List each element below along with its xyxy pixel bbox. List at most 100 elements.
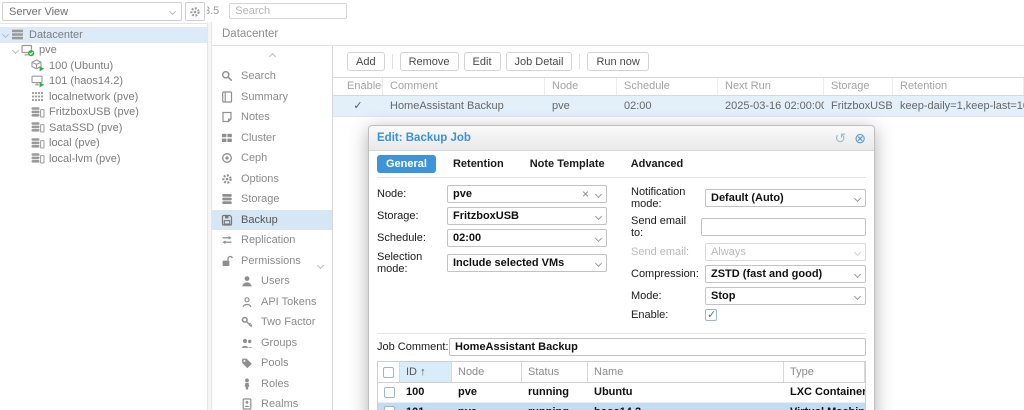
column-header-status[interactable]: Status [522,362,588,382]
send-email-to-input[interactable] [701,218,866,236]
menu-item-roles[interactable]: Roles [212,374,332,395]
breadcrumb: Datacenter [212,22,1024,46]
clear-icon[interactable]: × [582,187,589,201]
menu-item-cluster[interactable]: Cluster [212,128,332,149]
menu-item-pools[interactable]: Pools [212,353,332,374]
column-header-retention[interactable]: Retention [893,78,1024,95]
chevron-down-icon [594,212,603,220]
tab-note-template[interactable]: Note Template [521,155,614,173]
chevron-down-icon [594,259,603,267]
tree-item-datacenter[interactable]: Datacenter [0,27,207,43]
column-header-schedule[interactable]: Schedule [617,78,718,95]
datacenter-menu: Search Summary Notes Cluster Ceph Option… [212,46,333,410]
selection-mode-combobox[interactable]: Include selected VMs [447,254,607,272]
tree-item-fritzboxusb[interactable]: FritzboxUSB (pve) [0,105,207,121]
chevron-up-icon [268,52,276,60]
row-checkbox[interactable] [383,405,395,410]
menu-item-realms[interactable]: Realms [212,394,332,410]
dialog-title: Edit: Backup Job [377,132,471,144]
dialog-titlebar[interactable]: Edit: Backup Job ↺ ⊗ [369,126,874,151]
tree-item-local-lvm[interactable]: local-lvm (pve) [0,151,207,167]
edit-button[interactable]: Edit [463,52,501,71]
tab-general[interactable]: General [377,155,436,173]
mode-combobox[interactable]: Stop [705,287,866,305]
vm-running-icon [30,75,45,88]
table-row[interactable]: ✓ HomeAssistant Backup pve 02:00 2025-03… [333,96,1024,117]
menu-item-api-tokens[interactable]: API Tokens [212,292,332,313]
person-icon [241,378,257,390]
expander-icon[interactable] [10,46,20,54]
menu-collapse-button[interactable] [212,46,332,60]
guest-table-header: ID ↑ Node Status Name Type [378,362,865,383]
guest-selection-table: ID ↑ Node Status Name Type 100 pve runni… [377,361,866,410]
column-header-type[interactable]: Type [784,362,865,382]
undo-icon[interactable]: ↺ [835,131,847,145]
tree-item-localnetwork[interactable]: localnetwork (pve) [0,89,207,105]
notification-mode-combobox[interactable]: Default (Auto) [705,189,866,207]
tree-item-pve[interactable]: pve [0,43,207,59]
floppy-icon [221,214,237,226]
user-outline-icon [241,296,257,308]
tab-retention[interactable]: Retention [444,155,513,173]
menu-item-backup[interactable]: Backup [212,209,332,230]
node-online-icon [20,44,35,57]
enable-checkbox[interactable] [705,308,717,321]
menu-item-summary[interactable]: Summary [212,87,332,108]
enabled-check-icon: ✓ [353,100,363,112]
menu-item-options[interactable]: Options [212,169,332,190]
search-input[interactable] [229,3,348,19]
jobs-toolbar: Add Remove Edit Job Detail Run now [333,46,1024,77]
tree-item-101-haos[interactable]: 101 (haos14.2) [0,74,207,90]
expander-icon[interactable] [0,31,10,39]
menu-item-two-factor[interactable]: Two Factor [212,312,332,333]
sort-ascending-icon: ↑ [420,366,426,378]
network-icon [30,90,45,103]
column-header-enabled[interactable]: Enabled [333,78,383,95]
column-header-id[interactable]: ID ↑ [400,362,452,382]
table-row[interactable]: 101 pve running haos14.2 Virtual Machine [378,402,865,410]
menu-item-ceph[interactable]: Ceph [212,148,332,169]
menu-item-storage[interactable]: Storage [212,189,332,210]
view-selector[interactable]: Server View [2,2,182,21]
menu-item-permissions[interactable]: Permissions [212,251,332,272]
edit-backup-job-dialog: Edit: Backup Job ↺ ⊗ General Retention N… [368,125,875,410]
tree-settings-button[interactable] [185,2,205,21]
column-header-storage[interactable]: Storage [824,78,893,95]
column-header-comment[interactable]: Comment [383,78,545,95]
database-icon [221,193,237,205]
job-detail-button[interactable]: Job Detail [505,52,573,71]
tree-item-100-ubuntu[interactable]: 100 (Ubuntu) [0,58,207,74]
schedule-combobox[interactable]: 02:00 [447,229,607,247]
chevron-down-icon [594,234,603,242]
menu-item-notes[interactable]: Notes [212,107,332,128]
menu-item-search[interactable]: Search [212,66,332,87]
dialog-tabs: General Retention Note Template Advanced [377,155,866,178]
storage-combobox[interactable]: FritzboxUSB [447,207,607,225]
menu-item-groups[interactable]: Groups [212,333,332,354]
node-combobox[interactable]: pve × [447,185,607,203]
chevron-down-icon [168,7,177,16]
table-row[interactable]: 100 pve running Ubuntu LXC Container [378,383,865,403]
tree-item-local[interactable]: local (pve) [0,136,207,152]
chevron-down-icon [853,248,862,256]
job-comment-input[interactable] [449,338,866,356]
datacenter-icon [10,28,25,41]
add-button[interactable]: Add [347,52,385,71]
tree-item-satassd[interactable]: SataSSD (pve) [0,120,207,136]
column-header-node[interactable]: Node [545,78,617,95]
row-checkbox[interactable] [383,386,395,398]
remove-button[interactable]: Remove [399,52,459,71]
close-icon[interactable]: ⊗ [854,131,866,145]
menu-item-replication[interactable]: Replication [212,230,332,251]
run-now-button[interactable]: Run now [587,52,649,71]
book-icon [221,91,237,103]
compression-combobox[interactable]: ZSTD (fast and good) [705,265,866,283]
column-header-name[interactable]: Name [588,362,784,382]
select-all-checkbox[interactable] [378,362,400,382]
column-header-node[interactable]: Node [452,362,522,382]
column-header-next-run[interactable]: Next Run [718,78,824,95]
menu-item-users[interactable]: Users [212,271,332,292]
resource-tree: Datacenter pve 100 (Ubuntu) 101 (haos14.… [0,24,207,167]
cluster-icon [221,132,237,144]
tab-advanced[interactable]: Advanced [622,155,693,173]
